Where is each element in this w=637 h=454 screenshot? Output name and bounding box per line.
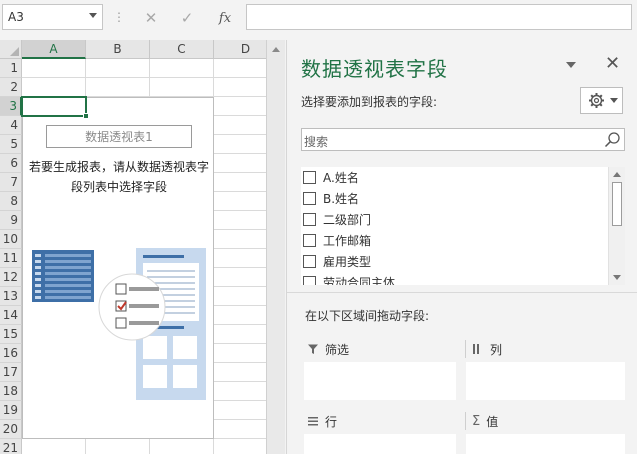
column-header-d[interactable]: D bbox=[214, 40, 266, 59]
filter-icon bbox=[308, 344, 318, 354]
values-area-header: Σ 值 bbox=[472, 411, 498, 431]
pivot-placeholder-message: 若要生成报表，请从数据透视表字段列表中选择字段 bbox=[28, 160, 209, 194]
rows-area-label: 行 bbox=[325, 414, 338, 429]
field-label: 二级部门 bbox=[323, 213, 372, 227]
columns-area-header: 列 bbox=[472, 339, 502, 359]
columns-icon bbox=[473, 344, 479, 354]
area-separator bbox=[465, 340, 466, 358]
field-list: A.姓名 B.姓名 二级部门 工作邮箱 雇用类型 劳动合同主体 bbox=[301, 167, 625, 285]
search-placeholder: 搜索 bbox=[304, 135, 329, 149]
gear-icon bbox=[589, 93, 604, 108]
area-separator bbox=[465, 412, 466, 430]
enter-entry-icon[interactable]: ✓ bbox=[176, 7, 198, 29]
column-header-b[interactable]: B bbox=[86, 40, 150, 59]
field-item[interactable]: 工作邮箱 bbox=[303, 230, 371, 251]
close-icon[interactable]: ✕ bbox=[605, 53, 620, 74]
excel-window: A3 ⋮ ✕ ✓ fx A B C D 1 2 3 4 5 6 7 8 9 10… bbox=[0, 0, 637, 454]
insert-function-icon[interactable]: fx bbox=[214, 7, 236, 29]
pane-title: 数据透视表字段 bbox=[301, 57, 448, 81]
row-header[interactable]: 11 bbox=[0, 249, 22, 268]
row-header[interactable]: 6 bbox=[0, 154, 22, 173]
field-checkbox[interactable] bbox=[303, 213, 316, 226]
field-checkbox[interactable] bbox=[303, 255, 316, 268]
field-item[interactable]: 劳动合同主体 bbox=[303, 272, 395, 285]
field-item[interactable]: B.姓名 bbox=[303, 188, 359, 209]
field-label: A.姓名 bbox=[323, 171, 359, 185]
field-checkbox[interactable] bbox=[303, 171, 316, 184]
columns-area-label: 列 bbox=[490, 342, 503, 357]
cancel-entry-icon[interactable]: ✕ bbox=[140, 7, 162, 29]
fill-handle[interactable] bbox=[83, 113, 89, 119]
row-header[interactable]: 8 bbox=[0, 192, 22, 211]
name-box-value: A3 bbox=[8, 10, 24, 24]
field-item[interactable]: 雇用类型 bbox=[303, 251, 371, 272]
field-label: 雇用类型 bbox=[323, 255, 372, 269]
row-header[interactable]: 16 bbox=[0, 344, 22, 363]
field-item[interactable]: 二级部门 bbox=[303, 209, 371, 230]
field-list-scrollbar[interactable] bbox=[608, 167, 625, 285]
row-header[interactable]: 7 bbox=[0, 173, 22, 192]
row-header[interactable]: 20 bbox=[0, 420, 22, 439]
sigma-icon: Σ bbox=[472, 413, 481, 429]
row-header[interactable]: 19 bbox=[0, 401, 22, 420]
row-header[interactable]: 13 bbox=[0, 287, 22, 306]
pivot-table-placeholder[interactable]: 数据透视表1 若要生成报表，请从数据透视表字段列表中选择字段 bbox=[22, 97, 214, 439]
row-header-selected[interactable]: 3 bbox=[0, 97, 22, 116]
filters-area-label: 筛选 bbox=[325, 342, 350, 357]
field-label: 工作邮箱 bbox=[323, 234, 372, 248]
tools-button[interactable] bbox=[580, 87, 623, 114]
rows-area-header: 行 bbox=[307, 411, 337, 431]
scroll-thumb[interactable] bbox=[612, 182, 622, 226]
pivot-table-name: 数据透视表1 bbox=[46, 125, 192, 148]
row-header[interactable]: 10 bbox=[0, 230, 22, 249]
active-cell-a3[interactable] bbox=[21, 96, 89, 119]
values-drop-zone[interactable] bbox=[466, 434, 625, 454]
row-header[interactable]: 21 bbox=[0, 439, 22, 454]
search-input[interactable]: 搜索 bbox=[301, 128, 625, 151]
field-checkbox[interactable] bbox=[303, 192, 316, 205]
filters-area-header: 筛选 bbox=[307, 339, 349, 359]
scroll-up-icon[interactable] bbox=[272, 47, 280, 52]
worksheet-grid: A B C D 1 2 3 4 5 6 7 8 9 10 11 12 13 14… bbox=[0, 40, 266, 454]
rows-icon bbox=[308, 417, 318, 426]
pane-divider[interactable] bbox=[287, 292, 637, 293]
filters-drop-zone[interactable] bbox=[304, 362, 456, 400]
column-header-c[interactable]: C bbox=[150, 40, 214, 59]
field-label: B.姓名 bbox=[323, 192, 360, 206]
field-label: 劳动合同主体 bbox=[323, 276, 396, 285]
formula-bar: A3 ⋮ ✕ ✓ fx bbox=[0, 0, 637, 38]
pivot-fields-pane: 数据透视表字段 ✕ 选择要添加到报表的字段: 搜索 A.姓名 B.姓名 二级部门… bbox=[286, 40, 637, 454]
pane-options-dropdown-icon[interactable] bbox=[566, 62, 576, 68]
row-header[interactable]: 5 bbox=[0, 135, 22, 154]
drag-fields-label: 在以下区域间拖动字段: bbox=[305, 309, 430, 323]
row-header[interactable]: 12 bbox=[0, 268, 22, 287]
search-icon[interactable] bbox=[604, 131, 621, 148]
rows-drop-zone[interactable] bbox=[304, 434, 456, 454]
row-header[interactable]: 4 bbox=[0, 116, 22, 135]
formula-input[interactable] bbox=[246, 4, 632, 30]
scroll-up-icon[interactable] bbox=[613, 172, 621, 177]
scroll-down-icon[interactable] bbox=[613, 275, 621, 280]
field-item[interactable]: A.姓名 bbox=[303, 167, 359, 188]
row-header[interactable]: 18 bbox=[0, 382, 22, 401]
row-header[interactable]: 1 bbox=[0, 59, 22, 78]
select-all-corner[interactable] bbox=[0, 40, 22, 59]
name-box[interactable]: A3 bbox=[2, 4, 103, 30]
row-header[interactable]: 17 bbox=[0, 363, 22, 382]
choose-fields-label: 选择要添加到报表的字段: bbox=[301, 95, 438, 109]
formula-bar-grip-icon[interactable]: ⋮ bbox=[113, 10, 125, 24]
vertical-scrollbar[interactable] bbox=[266, 40, 285, 454]
row-header[interactable]: 14 bbox=[0, 306, 22, 325]
field-checkbox[interactable] bbox=[303, 234, 316, 247]
name-box-dropdown-icon[interactable] bbox=[89, 13, 97, 18]
field-checkbox[interactable] bbox=[303, 276, 316, 285]
row-header[interactable]: 2 bbox=[0, 78, 22, 97]
row-header[interactable]: 9 bbox=[0, 211, 22, 230]
columns-drop-zone[interactable] bbox=[466, 362, 625, 400]
row-header[interactable]: 15 bbox=[0, 325, 22, 344]
values-area-label: 值 bbox=[486, 414, 499, 429]
column-header-a[interactable]: A bbox=[22, 40, 86, 59]
pivot-illustration-icon bbox=[32, 248, 206, 400]
chevron-down-icon bbox=[610, 98, 618, 103]
